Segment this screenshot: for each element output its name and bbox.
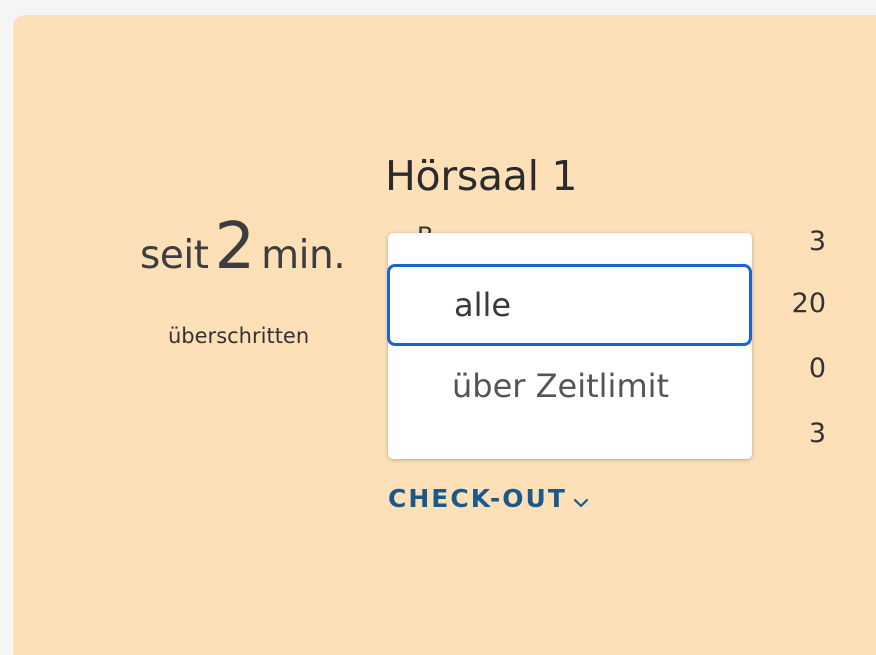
- room-title: Hörsaal 1: [385, 152, 578, 200]
- filter-dropdown-menu: alle über Zeitlimit: [387, 233, 752, 459]
- timer-unit: min.: [261, 233, 346, 278]
- count-value: 20: [791, 288, 826, 319]
- timer-value: 2: [214, 210, 256, 284]
- filter-option-all[interactable]: alle: [387, 264, 752, 346]
- timer-prefix: seit: [140, 233, 209, 278]
- timer-status: überschritten: [168, 324, 310, 348]
- checkout-dropdown-button[interactable]: CHECK-OUT: [388, 484, 589, 515]
- checkout-label: CHECK-OUT: [388, 484, 567, 513]
- count-value: 0: [808, 353, 826, 384]
- chevron-down-icon: [573, 486, 589, 515]
- count-value: 3: [808, 226, 826, 257]
- page: seit2min. überschritten Hörsaal 1 B 3 20…: [0, 0, 876, 655]
- overtime-timer: seit2 min.: [140, 210, 346, 284]
- count-value: 3: [808, 418, 826, 449]
- filter-option-over-time-limit[interactable]: über Zeitlimit: [388, 346, 752, 426]
